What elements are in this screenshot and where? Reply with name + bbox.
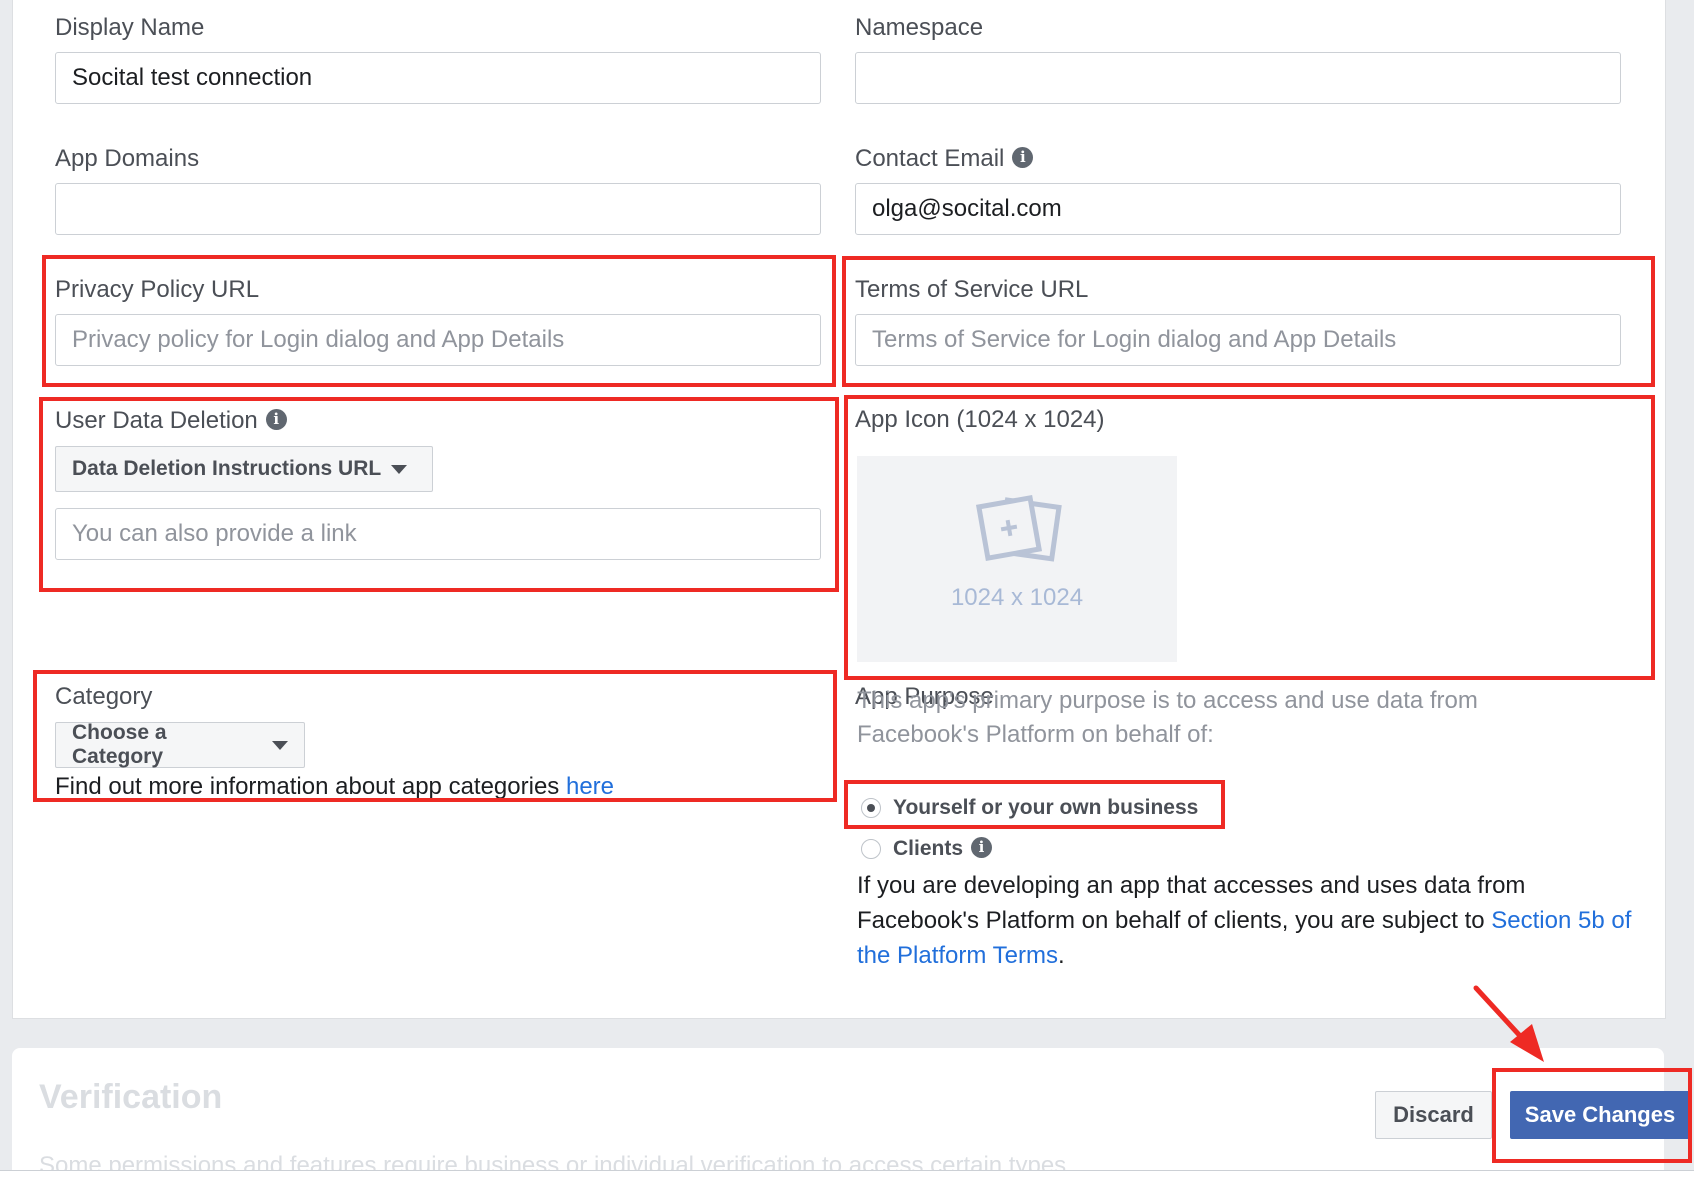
contact-email-label-text: Contact Email	[855, 145, 1005, 172]
highlight-box-category	[33, 670, 837, 802]
clients-note-end: .	[1057, 942, 1065, 969]
contact-email-input[interactable]	[855, 183, 1621, 235]
clients-note-text: If you are developing an app that access…	[857, 872, 1526, 934]
verification-title: Verification	[39, 1078, 223, 1116]
highlight-box-data-deletion	[39, 397, 839, 592]
highlight-box-app-icon	[844, 395, 1655, 680]
namespace-input[interactable]	[855, 52, 1621, 104]
display-name-label: Display Name	[55, 14, 205, 41]
app-domains-label: App Domains	[55, 145, 200, 172]
display-name-input[interactable]	[55, 52, 821, 104]
contact-email-label: Contact Email i	[855, 145, 1034, 173]
highlight-box-privacy	[42, 255, 836, 387]
clients-note: If you are developing an app that access…	[857, 868, 1637, 973]
bottom-divider	[0, 1170, 1694, 1171]
namespace-label: Namespace	[855, 14, 984, 41]
highlight-box-terms	[842, 256, 1655, 387]
red-arrow	[1473, 985, 1544, 1062]
info-icon[interactable]: i	[1012, 147, 1034, 169]
highlight-box-save	[1492, 1068, 1692, 1163]
radio-clients-label[interactable]: Clients i	[893, 836, 993, 861]
app-domains-input[interactable]	[55, 183, 821, 235]
discard-button[interactable]: Discard	[1375, 1091, 1492, 1139]
info-icon[interactable]: i	[971, 836, 993, 858]
radio-clients-label-text: Clients	[893, 837, 964, 860]
verification-subtitle: Some permissions and features require bu…	[39, 1152, 1067, 1170]
radio-clients[interactable]	[861, 839, 881, 859]
app-purpose-description: This app's primary purpose is to access …	[857, 687, 1478, 748]
highlight-box-purpose	[844, 780, 1225, 829]
